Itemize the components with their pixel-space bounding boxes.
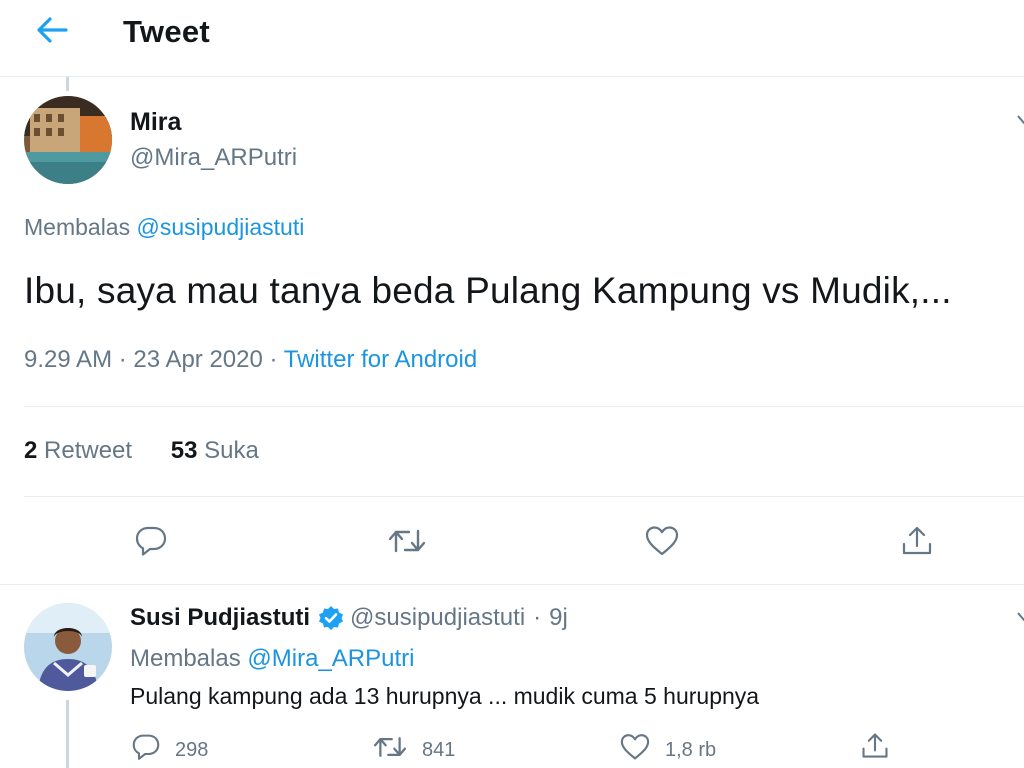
reply-icon bbox=[131, 733, 175, 767]
like-label: Suka bbox=[204, 437, 259, 464]
reply-tweet-text: Pulang kampung ada 13 hurupnya ... mudik… bbox=[130, 683, 760, 709]
meta-separator: · bbox=[269, 346, 278, 373]
retweet-icon bbox=[372, 733, 422, 767]
tweet-time[interactable]: 9.29 AM bbox=[24, 346, 112, 373]
arrow-left-icon bbox=[36, 16, 68, 49]
meta-separator: · bbox=[533, 604, 542, 631]
like-count: 53 bbox=[170, 437, 198, 464]
share-icon bbox=[900, 524, 934, 558]
replying-to: Membalas @Mira_ARPutri bbox=[130, 645, 414, 673]
retweet-button[interactable]: 841 bbox=[372, 733, 455, 767]
author-name[interactable]: Mira bbox=[130, 108, 181, 137]
tweet-stats: 2 Retweet 53 Suka bbox=[24, 437, 291, 465]
replying-to-link[interactable]: @Mira_ARPutri bbox=[247, 645, 414, 672]
heart-icon bbox=[644, 525, 680, 557]
reply-button[interactable] bbox=[128, 518, 174, 564]
reply-author-name[interactable]: Susi Pudjiastuti bbox=[130, 604, 310, 632]
reply-button[interactable]: 298 bbox=[131, 733, 208, 767]
meta-separator: · bbox=[118, 346, 127, 373]
divider bbox=[24, 406, 1024, 407]
likes-stat[interactable]: 53 Suka bbox=[171, 437, 259, 465]
retweet-icon bbox=[387, 525, 427, 557]
like-button[interactable] bbox=[639, 518, 685, 564]
author-handle[interactable]: @Mira_ARPutri bbox=[130, 144, 297, 172]
avatar[interactable] bbox=[24, 96, 112, 184]
replying-label: Membalas bbox=[130, 645, 241, 672]
tweet-source-link[interactable]: Twitter for Android bbox=[284, 346, 477, 373]
heart-icon bbox=[619, 733, 665, 767]
chevron-down-icon[interactable] bbox=[1016, 610, 1024, 622]
verified-badge-icon bbox=[318, 605, 344, 631]
tweet-meta: 9.29 AM · 23 Apr 2020 · Twitter for Andr… bbox=[24, 346, 477, 374]
reply-time[interactable]: 9j bbox=[549, 604, 568, 632]
share-button[interactable] bbox=[894, 518, 940, 564]
replying-to-link[interactable]: @susipudjiastuti bbox=[137, 214, 305, 240]
divider bbox=[0, 584, 1024, 585]
retweet-label: Retweet bbox=[44, 437, 133, 464]
top-bar: Tweet bbox=[0, 0, 1024, 77]
tweet-text: Ibu, saya mau tanya beda Pulang Kampung … bbox=[24, 270, 952, 311]
page-title: Tweet bbox=[123, 14, 211, 49]
reply-author-row: Susi Pudjiastuti @susipudjiastuti · 9j bbox=[130, 604, 568, 632]
retweet-button[interactable] bbox=[383, 518, 431, 564]
retweet-count: 2 bbox=[24, 437, 38, 464]
share-icon bbox=[860, 731, 904, 767]
avatar[interactable] bbox=[24, 603, 112, 691]
replying-label: Membalas bbox=[24, 214, 131, 240]
retweets-stat[interactable]: 2 Retweet bbox=[24, 437, 132, 465]
reply-count: 298 bbox=[175, 738, 209, 761]
thread-connector-line bbox=[66, 77, 69, 91]
retweet-count: 841 bbox=[422, 738, 456, 761]
share-button[interactable] bbox=[860, 731, 904, 767]
back-button[interactable] bbox=[30, 12, 74, 52]
tweet-date[interactable]: 23 Apr 2020 bbox=[133, 346, 262, 373]
reply-author-handle[interactable]: @susipudjiastuti bbox=[350, 604, 525, 632]
reply-icon bbox=[134, 525, 168, 557]
chevron-down-icon[interactable] bbox=[1016, 113, 1024, 125]
like-count: 1,8 rb bbox=[665, 738, 717, 761]
thread-connector-line bbox=[66, 700, 69, 768]
like-button[interactable]: 1,8 rb bbox=[619, 733, 716, 767]
divider bbox=[24, 496, 1024, 497]
replying-to: Membalas @susipudjiastuti bbox=[24, 214, 304, 241]
